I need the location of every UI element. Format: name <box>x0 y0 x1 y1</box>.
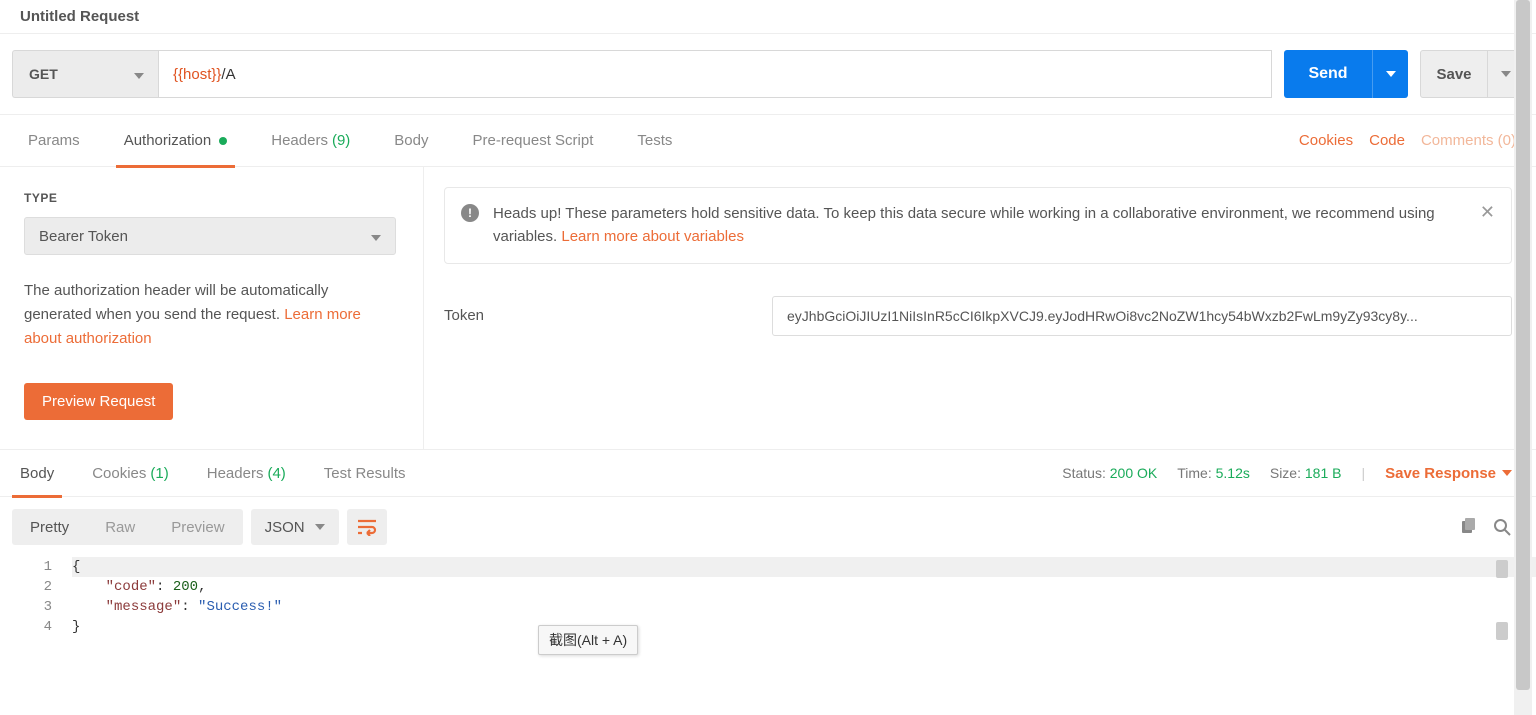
send-caret-button[interactable] <box>1372 50 1408 98</box>
token-row: Token eyJhbGciOiJIUzI1NiIsInR5cCI6IkpXVC… <box>444 296 1512 336</box>
resp-tab-test-results[interactable]: Test Results <box>316 449 414 497</box>
status-dot-icon <box>219 137 227 145</box>
tab-headers-count: (9) <box>332 132 350 149</box>
token-label: Token <box>444 307 772 324</box>
warning-icon: ! <box>461 204 479 222</box>
learn-more-variables-link[interactable]: Learn more about variables <box>561 228 744 245</box>
url-input[interactable]: {{host}}/A <box>158 50 1272 98</box>
resp-tab-body[interactable]: Body <box>12 449 62 497</box>
auth-panel: TYPE Bearer Token The authorization head… <box>0 167 1536 449</box>
outer-scrollbar[interactable] <box>1514 0 1532 715</box>
request-title: Untitled Request <box>0 0 1536 34</box>
save-response-button[interactable]: Save Response <box>1385 465 1512 482</box>
format-value: JSON <box>265 519 305 536</box>
url-variable: {{host}} <box>173 66 221 83</box>
caret-down-icon <box>315 524 325 530</box>
tab-headers-label: Headers <box>271 132 328 149</box>
view-toolbar: Pretty Raw Preview JSON <box>0 497 1536 557</box>
save-button[interactable]: Save <box>1420 50 1488 98</box>
url-path: /A <box>221 66 235 83</box>
tab-pre-request-script[interactable]: Pre-request Script <box>465 115 602 167</box>
request-tabs: Params Authorization Headers (9) Body Pr… <box>0 115 1536 167</box>
response-body-code: 1 2 3 4 { "code": 200, "message": "Succe… <box>0 557 1536 637</box>
token-input[interactable]: eyJhbGciOiJIUzI1NiIsInR5cCI6IkpXVCJ9.eyJ… <box>772 296 1512 336</box>
response-scrollbar-thumb[interactable] <box>1496 622 1508 640</box>
comments-link[interactable]: Comments (0) <box>1421 132 1516 149</box>
caret-down-icon <box>1501 71 1511 77</box>
method-select[interactable]: GET <box>12 50 158 98</box>
resp-tab-headers[interactable]: Headers (4) <box>199 449 294 497</box>
view-tabs: Pretty Raw Preview <box>12 509 243 545</box>
code-lines[interactable]: { "code": 200, "message": "Success!" } <box>72 557 1536 637</box>
code-link[interactable]: Code <box>1369 132 1405 149</box>
auth-right-panel: ! Heads up! These parameters hold sensit… <box>424 167 1536 449</box>
wrap-icon <box>356 518 378 536</box>
caret-down-icon <box>134 66 144 82</box>
auth-type-label: TYPE <box>24 191 399 205</box>
preview-request-button[interactable]: Preview Request <box>24 383 173 420</box>
line-gutter: 1 2 3 4 <box>12 557 72 637</box>
screenshot-tooltip: 截图(Alt + A) <box>538 625 638 655</box>
send-button[interactable]: Send <box>1284 50 1372 98</box>
copy-icon[interactable] <box>1458 517 1478 537</box>
line-number: 4 <box>12 617 52 637</box>
code-line: "message": "Success!" <box>72 597 1536 617</box>
line-number: 2 <box>12 577 52 597</box>
code-line: "code": 200, <box>72 577 1536 597</box>
resp-tab-cookies-count: (1) <box>150 465 168 482</box>
request-row: GET {{host}}/A Send Save <box>0 34 1536 115</box>
close-icon[interactable]: ✕ <box>1480 202 1495 223</box>
size-meta: Size: 181 B <box>1270 465 1342 481</box>
view-tab-pretty[interactable]: Pretty <box>12 509 87 545</box>
warning-text: Heads up! These parameters hold sensitiv… <box>493 202 1466 249</box>
tab-tests[interactable]: Tests <box>629 115 680 167</box>
response-tabs: Body Cookies (1) Headers (4) Test Result… <box>0 449 1536 497</box>
auth-description: The authorization header will be automat… <box>24 279 396 351</box>
caret-down-icon <box>1502 470 1512 476</box>
tab-authorization[interactable]: Authorization <box>116 115 236 167</box>
code-line: { <box>72 557 1536 577</box>
auth-description-text: The authorization header will be automat… <box>24 282 328 323</box>
scrollbar-thumb[interactable] <box>1516 0 1530 690</box>
cookies-link[interactable]: Cookies <box>1299 132 1353 149</box>
resp-tab-cookies-label: Cookies <box>92 465 146 482</box>
response-scrollbar-thumb[interactable] <box>1496 560 1508 578</box>
warning-box: ! Heads up! These parameters hold sensit… <box>444 187 1512 264</box>
save-response-label: Save Response <box>1385 465 1496 482</box>
line-number: 3 <box>12 597 52 617</box>
tab-body[interactable]: Body <box>386 115 436 167</box>
view-tab-preview[interactable]: Preview <box>153 509 242 545</box>
view-tab-raw[interactable]: Raw <box>87 509 153 545</box>
tab-authorization-label: Authorization <box>124 132 212 149</box>
tab-headers[interactable]: Headers (9) <box>263 115 358 167</box>
resp-tab-headers-count: (4) <box>267 465 285 482</box>
response-meta: Status: 200 OK Time: 5.12s Size: 181 B |… <box>1062 465 1512 482</box>
caret-down-icon <box>371 228 381 245</box>
search-icon[interactable] <box>1492 517 1512 537</box>
caret-down-icon <box>1386 71 1396 77</box>
resp-tab-headers-label: Headers <box>207 465 264 482</box>
line-number: 1 <box>12 557 52 577</box>
auth-type-select[interactable]: Bearer Token <box>24 217 396 255</box>
method-value: GET <box>29 66 58 82</box>
time-meta: Time: 5.12s <box>1177 465 1250 481</box>
tab-params[interactable]: Params <box>20 115 88 167</box>
format-select[interactable]: JSON <box>251 509 339 545</box>
wrap-button[interactable] <box>347 509 387 545</box>
resp-tab-cookies[interactable]: Cookies (1) <box>84 449 177 497</box>
auth-left-panel: TYPE Bearer Token The authorization head… <box>0 167 424 449</box>
status-meta: Status: 200 OK <box>1062 465 1157 481</box>
code-line: } <box>72 617 1536 637</box>
auth-type-value: Bearer Token <box>39 228 128 245</box>
